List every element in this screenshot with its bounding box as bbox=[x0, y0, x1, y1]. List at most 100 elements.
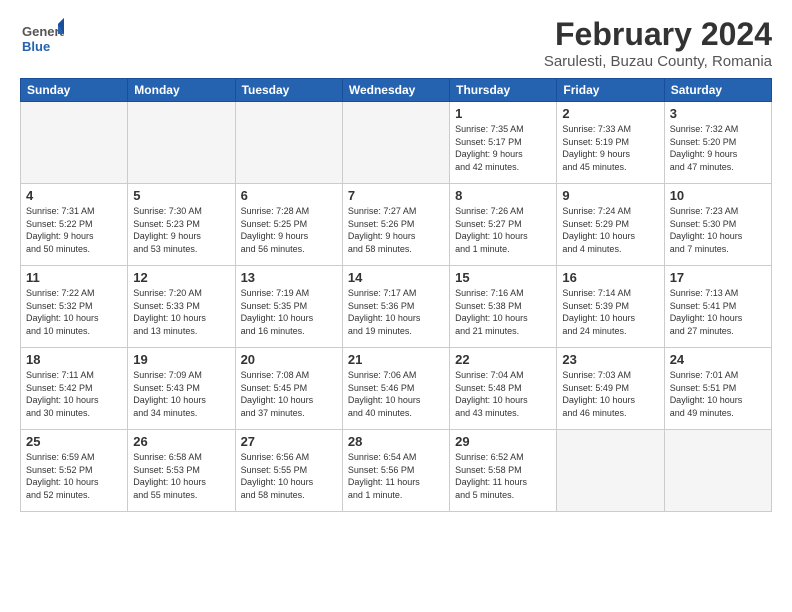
calendar-header-row: SundayMondayTuesdayWednesdayThursdayFrid… bbox=[21, 79, 772, 102]
calendar-day-header: Thursday bbox=[450, 79, 557, 102]
header: General Blue February 2024 Sarulesti, Bu… bbox=[20, 16, 772, 70]
logo: General Blue bbox=[20, 16, 64, 65]
day-number: 1 bbox=[455, 106, 551, 121]
day-info: Sunrise: 7:31 AM Sunset: 5:22 PM Dayligh… bbox=[26, 205, 122, 255]
day-info: Sunrise: 7:16 AM Sunset: 5:38 PM Dayligh… bbox=[455, 287, 551, 337]
day-info: Sunrise: 7:13 AM Sunset: 5:41 PM Dayligh… bbox=[670, 287, 766, 337]
day-number: 26 bbox=[133, 434, 229, 449]
calendar-cell: 13Sunrise: 7:19 AM Sunset: 5:35 PM Dayli… bbox=[235, 266, 342, 348]
calendar-week-row: 25 Sunrise: 6:59 AM Sunset: 5:52 PM Dayli… bbox=[21, 430, 772, 512]
calendar-cell: 19 Sunrise: 7:09 AM Sunset: 5:43 PM Dayli… bbox=[128, 348, 235, 430]
calendar-cell: 18 Sunrise: 7:11 AM Sunset: 5:42 PM Dayli… bbox=[21, 348, 128, 430]
day-number: 14 bbox=[348, 270, 444, 285]
calendar-cell: 8 Sunrise: 7:26 AM Sunset: 5:27 PM Daylig… bbox=[450, 184, 557, 266]
calendar-day-header: Wednesday bbox=[342, 79, 449, 102]
calendar-week-row: 1Sunrise: 7:35 AM Sunset: 5:17 PM Daylig… bbox=[21, 102, 772, 184]
calendar-cell: 12Sunrise: 7:20 AM Sunset: 5:33 PM Dayli… bbox=[128, 266, 235, 348]
calendar-cell bbox=[235, 102, 342, 184]
location: Sarulesti, Buzau County, Romania bbox=[544, 53, 772, 70]
calendar-cell: 22 Sunrise: 7:04 AM Sunset: 5:48 PM Dayli… bbox=[450, 348, 557, 430]
day-info: Sunrise: 7:04 AM Sunset: 5:48 PM Dayligh… bbox=[455, 369, 551, 419]
day-number: 9 bbox=[562, 188, 658, 203]
day-info: Sunrise: 7:28 AM Sunset: 5:25 PM Dayligh… bbox=[241, 205, 337, 255]
calendar-table: SundayMondayTuesdayWednesdayThursdayFrid… bbox=[20, 78, 772, 512]
day-info: Sunrise: 7:11 AM Sunset: 5:42 PM Dayligh… bbox=[26, 369, 122, 419]
day-info: Sunrise: 7:09 AM Sunset: 5:43 PM Dayligh… bbox=[133, 369, 229, 419]
day-info: Sunrise: 6:56 AM Sunset: 5:55 PM Dayligh… bbox=[241, 451, 337, 501]
day-number: 23 bbox=[562, 352, 658, 367]
day-info: Sunrise: 6:58 AM Sunset: 5:53 PM Dayligh… bbox=[133, 451, 229, 501]
calendar-cell: 9 Sunrise: 7:24 AM Sunset: 5:29 PM Daylig… bbox=[557, 184, 664, 266]
calendar-cell bbox=[128, 102, 235, 184]
day-info: Sunrise: 7:26 AM Sunset: 5:27 PM Dayligh… bbox=[455, 205, 551, 255]
calendar-cell: 28Sunrise: 6:54 AM Sunset: 5:56 PM Dayli… bbox=[342, 430, 449, 512]
calendar-week-row: 11 Sunrise: 7:22 AM Sunset: 5:32 PM Dayli… bbox=[21, 266, 772, 348]
day-number: 20 bbox=[241, 352, 337, 367]
day-number: 27 bbox=[241, 434, 337, 449]
day-number: 18 bbox=[26, 352, 122, 367]
calendar-cell bbox=[557, 430, 664, 512]
day-number: 3 bbox=[670, 106, 766, 121]
calendar-cell: 27 Sunrise: 6:56 AM Sunset: 5:55 PM Dayli… bbox=[235, 430, 342, 512]
month-title: February 2024 bbox=[544, 16, 772, 53]
day-info: Sunrise: 7:27 AM Sunset: 5:26 PM Dayligh… bbox=[348, 205, 444, 255]
calendar-cell: 16Sunrise: 7:14 AM Sunset: 5:39 PM Dayli… bbox=[557, 266, 664, 348]
logo-icon: General Blue bbox=[20, 16, 64, 60]
day-info: Sunrise: 7:01 AM Sunset: 5:51 PM Dayligh… bbox=[670, 369, 766, 419]
calendar-cell: 5 Sunrise: 7:30 AM Sunset: 5:23 PM Daylig… bbox=[128, 184, 235, 266]
calendar-cell: 25 Sunrise: 6:59 AM Sunset: 5:52 PM Dayli… bbox=[21, 430, 128, 512]
calendar-cell: 11 Sunrise: 7:22 AM Sunset: 5:32 PM Dayli… bbox=[21, 266, 128, 348]
day-number: 6 bbox=[241, 188, 337, 203]
day-number: 5 bbox=[133, 188, 229, 203]
calendar-cell: 20 Sunrise: 7:08 AM Sunset: 5:45 PM Dayli… bbox=[235, 348, 342, 430]
day-number: 8 bbox=[455, 188, 551, 203]
calendar-cell bbox=[342, 102, 449, 184]
day-number: 11 bbox=[26, 270, 122, 285]
day-info: Sunrise: 7:30 AM Sunset: 5:23 PM Dayligh… bbox=[133, 205, 229, 255]
calendar-cell: 3 Sunrise: 7:32 AM Sunset: 5:20 PM Daylig… bbox=[664, 102, 771, 184]
calendar-day-header: Sunday bbox=[21, 79, 128, 102]
calendar-cell: 26 Sunrise: 6:58 AM Sunset: 5:53 PM Dayli… bbox=[128, 430, 235, 512]
calendar-day-header: Tuesday bbox=[235, 79, 342, 102]
day-number: 7 bbox=[348, 188, 444, 203]
day-number: 4 bbox=[26, 188, 122, 203]
calendar-cell: 1Sunrise: 7:35 AM Sunset: 5:17 PM Daylig… bbox=[450, 102, 557, 184]
calendar-cell: 6 Sunrise: 7:28 AM Sunset: 5:25 PM Daylig… bbox=[235, 184, 342, 266]
day-info: Sunrise: 7:22 AM Sunset: 5:32 PM Dayligh… bbox=[26, 287, 122, 337]
day-number: 19 bbox=[133, 352, 229, 367]
day-info: Sunrise: 6:52 AM Sunset: 5:58 PM Dayligh… bbox=[455, 451, 551, 501]
day-number: 25 bbox=[26, 434, 122, 449]
day-number: 22 bbox=[455, 352, 551, 367]
day-info: Sunrise: 7:19 AM Sunset: 5:35 PM Dayligh… bbox=[241, 287, 337, 337]
day-number: 16 bbox=[562, 270, 658, 285]
calendar-day-header: Friday bbox=[557, 79, 664, 102]
day-info: Sunrise: 7:06 AM Sunset: 5:46 PM Dayligh… bbox=[348, 369, 444, 419]
day-info: Sunrise: 7:08 AM Sunset: 5:45 PM Dayligh… bbox=[241, 369, 337, 419]
day-number: 29 bbox=[455, 434, 551, 449]
day-number: 17 bbox=[670, 270, 766, 285]
title-block: February 2024 Sarulesti, Buzau County, R… bbox=[544, 16, 772, 70]
day-number: 21 bbox=[348, 352, 444, 367]
day-info: Sunrise: 7:20 AM Sunset: 5:33 PM Dayligh… bbox=[133, 287, 229, 337]
day-number: 10 bbox=[670, 188, 766, 203]
calendar-cell bbox=[21, 102, 128, 184]
calendar-cell: 15 Sunrise: 7:16 AM Sunset: 5:38 PM Dayli… bbox=[450, 266, 557, 348]
day-info: Sunrise: 6:54 AM Sunset: 5:56 PM Dayligh… bbox=[348, 451, 444, 501]
calendar-cell: 14Sunrise: 7:17 AM Sunset: 5:36 PM Dayli… bbox=[342, 266, 449, 348]
day-info: Sunrise: 7:23 AM Sunset: 5:30 PM Dayligh… bbox=[670, 205, 766, 255]
day-info: Sunrise: 7:24 AM Sunset: 5:29 PM Dayligh… bbox=[562, 205, 658, 255]
page: General Blue February 2024 Sarulesti, Bu… bbox=[0, 0, 792, 612]
calendar-cell: 24 Sunrise: 7:01 AM Sunset: 5:51 PM Dayli… bbox=[664, 348, 771, 430]
calendar-cell: 7 Sunrise: 7:27 AM Sunset: 5:26 PM Daylig… bbox=[342, 184, 449, 266]
day-info: Sunrise: 6:59 AM Sunset: 5:52 PM Dayligh… bbox=[26, 451, 122, 501]
day-info: Sunrise: 7:03 AM Sunset: 5:49 PM Dayligh… bbox=[562, 369, 658, 419]
calendar-cell: 17 Sunrise: 7:13 AM Sunset: 5:41 PM Dayli… bbox=[664, 266, 771, 348]
day-number: 24 bbox=[670, 352, 766, 367]
calendar-day-header: Saturday bbox=[664, 79, 771, 102]
day-number: 15 bbox=[455, 270, 551, 285]
day-info: Sunrise: 7:33 AM Sunset: 5:19 PM Dayligh… bbox=[562, 123, 658, 173]
svg-text:Blue: Blue bbox=[22, 39, 50, 54]
day-info: Sunrise: 7:32 AM Sunset: 5:20 PM Dayligh… bbox=[670, 123, 766, 173]
calendar-cell: 29 Sunrise: 6:52 AM Sunset: 5:58 PM Dayli… bbox=[450, 430, 557, 512]
calendar-week-row: 18 Sunrise: 7:11 AM Sunset: 5:42 PM Dayli… bbox=[21, 348, 772, 430]
